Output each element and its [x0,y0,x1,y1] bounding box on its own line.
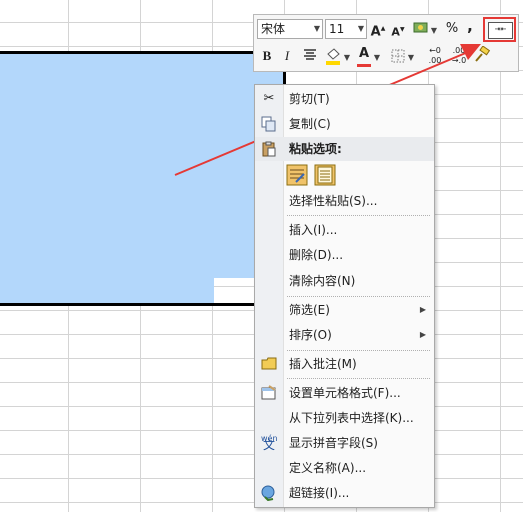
font-name-combo[interactable]: 宋体 ▼ [257,19,323,39]
borders-icon[interactable] [390,48,406,71]
shrink-font-button[interactable]: A▼ [390,20,406,43]
submenu-arrow-icon: ▶ [419,330,426,339]
menu-item-label: 显示拼音字段(S) [289,436,378,450]
menu-item-define-name[interactable]: 定义名称(A)... [255,456,434,480]
merge-center-button[interactable]: ⇥⇤ [483,17,516,42]
align-center-icon[interactable] [302,48,318,69]
menu-item-label: 粘贴选项: [289,142,342,156]
grow-font-button[interactable]: A▲ [370,19,386,42]
menu-item-label: 复制(C) [289,117,331,131]
context-menu: ✂ 剪切(T) 复制(C) 粘贴选项: 选择性粘贴(S)... 插入(I)...… [254,84,435,508]
font-color-bar [357,64,371,67]
menu-item-label: 设置单元格格式(F)... [289,386,401,400]
phonetic-icon: wén 文 [261,434,278,452]
menu-item-label: 插入批注(M) [289,357,357,371]
chevron-down-icon[interactable]: ▼ [343,48,351,68]
menu-item-copy[interactable]: 复制(C) [255,112,434,136]
menu-item-sort[interactable]: 排序(O) ▶ [255,323,434,347]
font-name-value: 宋体 [261,22,286,36]
scissors-icon: ✂ [263,91,275,106]
comment-icon [261,356,277,372]
hyperlink-icon [261,485,277,502]
menu-separator [287,296,430,297]
menu-item-label: 剪切(T) [289,92,330,106]
copy-icon [261,116,277,132]
chevron-down-icon: ▼ [313,24,320,33]
menu-item-filter[interactable]: 筛选(E) ▶ [255,298,434,322]
menu-item-format-cells[interactable]: 设置单元格格式(F)... [255,381,434,405]
paste-values-icon[interactable] [314,164,336,186]
decrease-decimal-icon[interactable]: .00 →.0 [448,46,470,66]
menu-item-label: 排序(O) [289,328,332,342]
menu-item-insert[interactable]: 插入(I)... [255,218,434,242]
chevron-down-icon: ▼ [357,24,364,33]
font-size-combo[interactable]: 11 ▼ [325,19,367,39]
menu-item-label: 定义名称(A)... [289,461,367,475]
menu-separator [287,215,430,216]
bold-button[interactable]: B [259,46,275,66]
menu-item-label: 超链接(I)... [289,486,350,500]
italic-button[interactable]: I [279,46,295,66]
font-color-button[interactable]: A [356,44,372,67]
submenu-arrow-icon: ▶ [419,305,426,314]
menu-item-label: 插入(I)... [289,223,338,237]
menu-separator [287,378,430,379]
menu-item-label: 选择性粘贴(S)... [289,194,378,208]
clipboard-icon [261,141,277,157]
menu-item-delete[interactable]: 删除(D)... [255,243,434,267]
menu-item-label: 清除内容(N) [289,274,356,288]
increase-decimal-icon[interactable]: ←0.00 [424,46,446,66]
chevron-down-icon[interactable]: ▼ [407,48,415,68]
percent-button[interactable]: % [444,19,460,39]
menu-item-label: 筛选(E) [289,303,330,317]
selection-border [0,51,286,306]
paste-all-icon[interactable] [286,164,308,186]
format-cells-icon [261,385,277,401]
menu-item-insert-comment[interactable]: 插入批注(M) [255,352,434,376]
menu-item-paste-special[interactable]: 选择性粘贴(S)... [255,189,434,213]
menu-item-label: 删除(D)... [289,248,344,262]
chevron-down-icon[interactable]: ▼ [430,21,438,41]
menu-item-pick-from-list[interactable]: 从下拉列表中选择(K)... [255,406,434,430]
font-size-value: 11 [329,22,345,36]
format-painter-icon[interactable] [473,45,491,71]
menu-item-show-phonetic[interactable]: wén 文 显示拼音字段(S) [255,431,434,455]
menu-item-clear-contents[interactable]: 清除内容(N) [255,269,434,293]
chevron-down-icon[interactable]: ▼ [373,48,381,68]
fill-color-icon[interactable] [324,46,342,73]
menu-item-hyperlink[interactable]: 超链接(I)... [255,481,434,505]
menu-separator [287,350,430,351]
accounting-format-icon[interactable] [412,19,430,44]
mini-toolbar: 宋体 ▼ 11 ▼ A▲ A▼ ▼ % , B I ▼ A ▼ ▼ ←0.00 … [253,14,519,72]
menu-item-label: 从下拉列表中选择(K)... [289,411,414,425]
menu-item-paste-options: 粘贴选项: [255,137,434,161]
merge-center-icon: ⇥⇤ [488,22,513,39]
menu-item-cut[interactable]: ✂ 剪切(T) [255,87,434,111]
comma-button[interactable]: , [464,16,476,36]
